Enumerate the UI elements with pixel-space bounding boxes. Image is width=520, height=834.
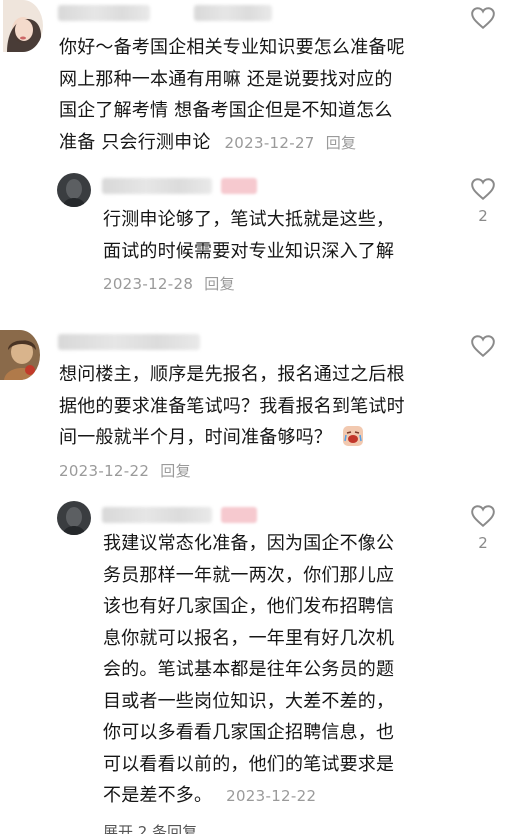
username[interactable] <box>102 507 212 523</box>
reply-line: 息你就可以报名，一年里有好几次机 <box>103 627 395 649</box>
comment-text: 间一般就半个月，时间准备够吗？ <box>59 427 332 448</box>
reply-line: 我建议常态化准备，因为国企不像公 <box>103 533 395 554</box>
comment-meta: 2023-12-22 回复 <box>59 460 479 481</box>
like-button[interactable] <box>470 334 496 362</box>
avatar[interactable] <box>57 173 91 207</box>
comment-last-line: 准备 只会行测申论 2023-12-27 回复 <box>59 127 479 160</box>
avatar-dark-photo-icon <box>57 173 91 207</box>
heart-icon <box>471 7 495 30</box>
avatar-woman-photo-icon <box>3 0 43 52</box>
reply-button[interactable]: 回复 <box>326 134 357 152</box>
reply-line: 面试的时候需要对专业知识深入了解 <box>103 240 395 262</box>
comment-line: 网上那种一本通有用嘛 还是说要找对应的 <box>59 68 393 90</box>
reply-button[interactable]: 回复 <box>204 275 235 293</box>
reply-last-line: 不是差不多。 2023-12-22 <box>103 780 463 813</box>
comment-line: 你好～备考国企相关专业知识要怎么准备呢 <box>59 37 405 58</box>
heart-icon <box>471 335 495 358</box>
reply-date: 2023-12-28 <box>103 275 194 293</box>
author-tag <box>221 178 257 194</box>
reply-meta: 2023-12-28 回复 <box>103 273 463 294</box>
username[interactable] <box>58 5 150 21</box>
comment-line: 想问楼主，顺序是先报名，报名通过之后根 <box>59 364 405 385</box>
reply-line: 该也有好几家国企，他们发布招聘信 <box>103 596 395 617</box>
like-count: 2 <box>478 207 488 225</box>
avatar[interactable] <box>3 0 43 52</box>
reply-line: 会的。笔试基本都是往年公务员的题 <box>103 659 395 680</box>
username[interactable] <box>58 334 200 350</box>
heart-icon <box>471 178 495 201</box>
reply-line: 行测申论够了，笔试大抵就是这些， <box>103 209 395 230</box>
comment-last-line: 间一般就半个月，时间准备够吗？ <box>59 422 479 454</box>
like-button[interactable] <box>470 6 496 34</box>
like-button[interactable]: 2 <box>470 177 496 225</box>
expand-replies-button[interactable]: 展开 2 条回复 <box>103 822 197 834</box>
reply-body: 行测申论够了，笔试大抵就是这些， 面试的时候需要对专业知识深入了解 2023-1… <box>103 204 463 294</box>
like-count: 2 <box>478 534 488 552</box>
reply-line: 目或者一些岗位知识，大差不差的， <box>103 690 395 712</box>
reply-date: 2023-12-22 <box>226 787 317 805</box>
reply-line: 你可以多看看几家国企招聘信息，也 <box>103 722 395 743</box>
like-button[interactable]: 2 <box>470 504 496 552</box>
username[interactable] <box>102 178 212 194</box>
comment-line: 国企了解考情 想备考国企但是不知道怎么 <box>59 100 393 121</box>
avatar[interactable] <box>0 330 40 380</box>
comment-body: 想问楼主，顺序是先报名，报名通过之后根 据他的要求准备笔试吗？我看报名到笔试时 … <box>59 359 479 481</box>
author-tag <box>194 5 272 21</box>
comment-line: 据他的要求准备笔试吗？我看报名到笔试时 <box>59 395 405 417</box>
avatar-vintage-photo-icon <box>0 330 40 380</box>
comment-body: 你好～备考国企相关专业知识要怎么准备呢 网上那种一本通有用嘛 还是说要找对应的 … <box>59 32 479 159</box>
avatar[interactable] <box>57 501 91 535</box>
reply-body: 我建议常态化准备，因为国企不像公 务员那样一年就一两次，你们那儿应 该也有好几家… <box>103 528 463 813</box>
author-tag <box>221 507 257 523</box>
reply-line: 务员那样一年就一两次，你们那儿应 <box>103 564 395 586</box>
reply-button[interactable]: 回复 <box>160 462 191 480</box>
comment-meta: 2023-12-27 回复 <box>224 134 356 152</box>
avatar-dark-photo-icon <box>57 501 91 535</box>
crying-face-emoji-icon <box>342 426 363 446</box>
reply-line: 可以看看以前的，他们的笔试要求是 <box>103 753 395 775</box>
comment-date: 2023-12-27 <box>224 133 315 152</box>
comment-date: 2023-12-22 <box>59 461 150 480</box>
heart-icon <box>471 505 495 528</box>
comment-text: 准备 只会行测申论 <box>59 131 211 153</box>
reply-text: 不是差不多。 <box>103 785 213 806</box>
